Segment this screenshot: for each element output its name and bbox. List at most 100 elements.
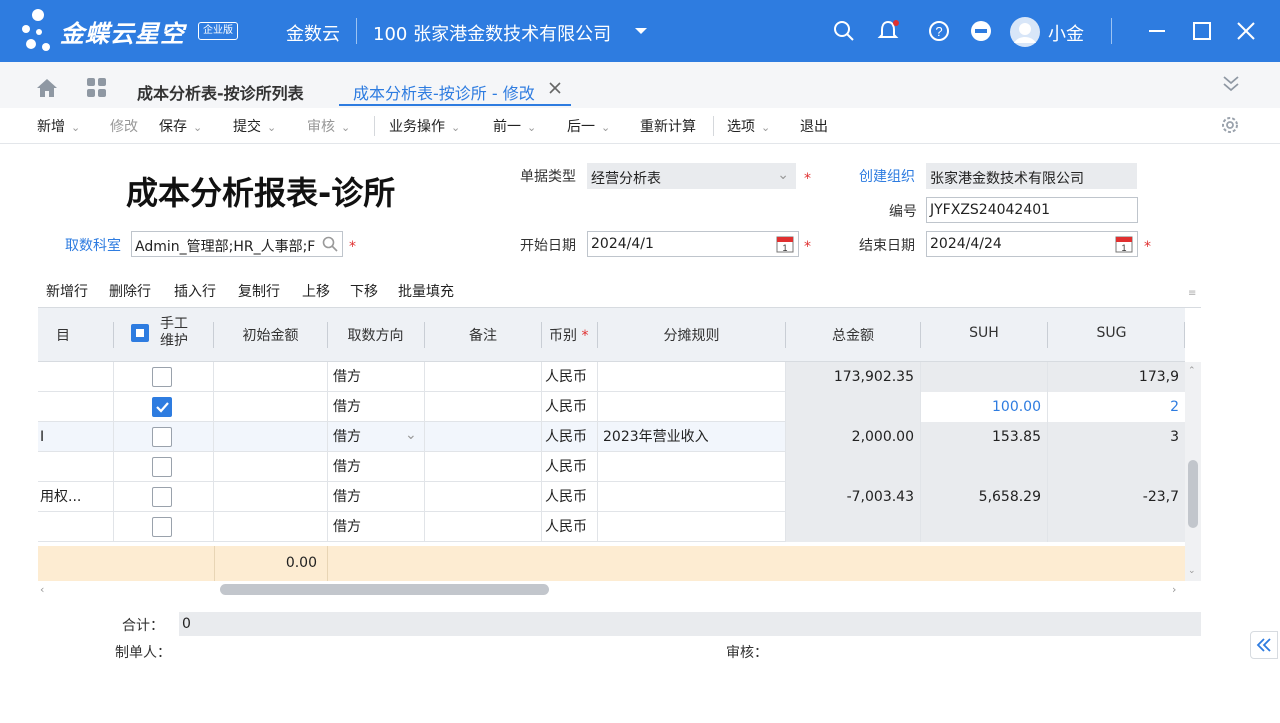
- avatar[interactable]: [1010, 17, 1040, 47]
- chevron-down-icon[interactable]: ⌄: [527, 121, 536, 134]
- horizontal-scrollbar[interactable]: ‹ ›: [38, 581, 1201, 598]
- user-name[interactable]: 小金: [1048, 20, 1084, 46]
- cell-sug[interactable]: 3: [1048, 422, 1185, 452]
- cell-item[interactable]: [38, 362, 113, 392]
- cell-suh[interactable]: [921, 452, 1047, 482]
- cell-total[interactable]: [786, 452, 920, 482]
- insert-row-button[interactable]: 插入行: [174, 281, 216, 301]
- cell-suh[interactable]: [921, 512, 1047, 542]
- cell-rule[interactable]: [598, 512, 785, 542]
- org-field[interactable]: 张家港金数技术有限公司: [926, 163, 1137, 189]
- chevron-down-icon[interactable]: ⌄: [777, 167, 789, 183]
- delete-row-button[interactable]: 删除行: [109, 281, 151, 301]
- cell-currency[interactable]: 人民币: [541, 422, 597, 452]
- next-button[interactable]: 后一 ⌄: [567, 116, 610, 136]
- col-init-amount[interactable]: 初始金额: [214, 325, 327, 345]
- cell-sug[interactable]: -23,7: [1048, 482, 1185, 512]
- table-row[interactable]: 借方 人民币: [38, 452, 1185, 482]
- help-icon[interactable]: ?: [925, 17, 953, 45]
- cell-rule[interactable]: 2023年营业收入: [598, 422, 785, 452]
- save-button[interactable]: 保存 ⌄: [159, 116, 202, 136]
- move-down-button[interactable]: 下移: [350, 281, 378, 301]
- col-item[interactable]: 目: [56, 325, 70, 345]
- cell-rule[interactable]: [598, 452, 785, 482]
- recalc-button[interactable]: 重新计算: [640, 116, 696, 136]
- add-row-button[interactable]: 新增行: [46, 281, 88, 301]
- calendar-icon[interactable]: 1: [776, 235, 794, 253]
- cell-sug[interactable]: [1048, 452, 1185, 482]
- scroll-down-icon[interactable]: ⌄: [1188, 566, 1196, 576]
- close-tab-icon[interactable]: [548, 81, 562, 99]
- double-chevron-down-icon[interactable]: [1222, 74, 1240, 98]
- cell-item[interactable]: 用权...: [38, 482, 113, 512]
- cell-suh[interactable]: 100.00: [921, 392, 1047, 422]
- cell-rule[interactable]: [598, 362, 785, 392]
- expand-panel-button[interactable]: [1250, 631, 1278, 659]
- calendar-icon[interactable]: 1: [1115, 235, 1133, 253]
- maximize-icon[interactable]: [1188, 17, 1216, 45]
- cell-item[interactable]: [38, 392, 113, 422]
- cell-currency[interactable]: 人民币: [541, 452, 597, 482]
- table-row[interactable]: 借方 人民币 173,902.35 173,9: [38, 362, 1185, 392]
- gear-icon[interactable]: [1220, 115, 1240, 139]
- cell-sug[interactable]: [1048, 512, 1185, 542]
- cell-suh[interactable]: [921, 362, 1047, 392]
- cell-sug[interactable]: 173,9: [1048, 362, 1185, 392]
- col-currency[interactable]: 币别 *: [549, 325, 588, 345]
- cell-total[interactable]: [786, 512, 920, 542]
- number-field[interactable]: JYFXZS24042401: [926, 197, 1138, 223]
- search-icon[interactable]: [830, 17, 858, 45]
- chevron-down-icon[interactable]: ⌄: [71, 121, 80, 134]
- prev-button[interactable]: 前一 ⌄: [493, 116, 536, 136]
- col-suh[interactable]: SUH: [921, 325, 1047, 341]
- chevron-down-icon[interactable]: ⌄: [601, 121, 610, 134]
- cell-suh[interactable]: 153.85: [921, 422, 1047, 452]
- cell-total[interactable]: [786, 392, 920, 422]
- move-up-button[interactable]: 上移: [302, 281, 330, 301]
- close-icon[interactable]: [1232, 17, 1260, 45]
- cell-currency[interactable]: 人民币: [541, 392, 597, 422]
- tab-list[interactable]: 成本分析表-按诊所列表: [137, 80, 304, 104]
- cell-currency[interactable]: 人民币: [541, 512, 597, 542]
- table-row[interactable]: 用权... 借方 人民币 -7,003.43 5,658.29 -23,7: [38, 482, 1185, 512]
- manual-checkbox[interactable]: [152, 427, 172, 447]
- cell-rule[interactable]: [598, 392, 785, 422]
- dept-label[interactable]: 取数科室: [65, 235, 121, 255]
- copy-row-button[interactable]: 复制行: [238, 281, 280, 301]
- table-row[interactable]: 借方 人民币: [38, 512, 1185, 542]
- chevron-down-icon[interactable]: [627, 17, 655, 45]
- chevron-down-icon[interactable]: ⌄: [451, 121, 460, 134]
- submit-button[interactable]: 提交 ⌄: [233, 116, 276, 136]
- cell-item[interactable]: I: [38, 422, 113, 452]
- add-button[interactable]: 新增 ⌄: [37, 116, 80, 136]
- menu-lines-icon[interactable]: ≡: [1188, 288, 1196, 299]
- cell-direction[interactable]: 借方: [327, 452, 424, 482]
- cell-total[interactable]: 173,902.35: [786, 362, 920, 392]
- col-direction[interactable]: 取数方向: [327, 325, 424, 345]
- manual-checkbox[interactable]: [152, 487, 172, 507]
- options-button[interactable]: 选项 ⌄: [727, 116, 770, 136]
- bell-icon[interactable]: [874, 17, 902, 45]
- cell-direction[interactable]: 借方: [327, 482, 424, 512]
- cell-total[interactable]: -7,003.43: [786, 482, 920, 512]
- col-total[interactable]: 总金额: [786, 325, 920, 345]
- start-date-field[interactable]: 2024/4/1 1: [587, 231, 799, 257]
- apps-grid-icon[interactable]: [86, 78, 108, 102]
- chevron-down-icon[interactable]: ⌄: [405, 422, 417, 448]
- col-sug[interactable]: SUG: [1048, 325, 1175, 341]
- cell-currency[interactable]: 人民币: [541, 482, 597, 512]
- batch-fill-button[interactable]: 批量填充: [398, 281, 454, 301]
- exit-button[interactable]: 退出: [800, 116, 828, 136]
- service-name[interactable]: 金数云: [286, 20, 340, 46]
- minus-circle-icon[interactable]: [967, 17, 995, 45]
- select-all-checkbox[interactable]: [131, 324, 149, 342]
- cell-rule[interactable]: [598, 482, 785, 512]
- vertical-scrollbar[interactable]: ⌃ ⌄: [1185, 362, 1201, 581]
- tab-modify[interactable]: 成本分析表-按诊所 - 修改: [353, 80, 535, 104]
- search-icon[interactable]: [322, 236, 338, 256]
- scroll-right-icon[interactable]: ›: [1172, 583, 1176, 596]
- company-name[interactable]: 100 张家港金数技术有限公司: [373, 20, 611, 46]
- home-icon[interactable]: [36, 78, 58, 102]
- chevron-down-icon[interactable]: ⌄: [267, 121, 276, 134]
- table-row[interactable]: 借方 人民币 100.00 2: [38, 392, 1185, 422]
